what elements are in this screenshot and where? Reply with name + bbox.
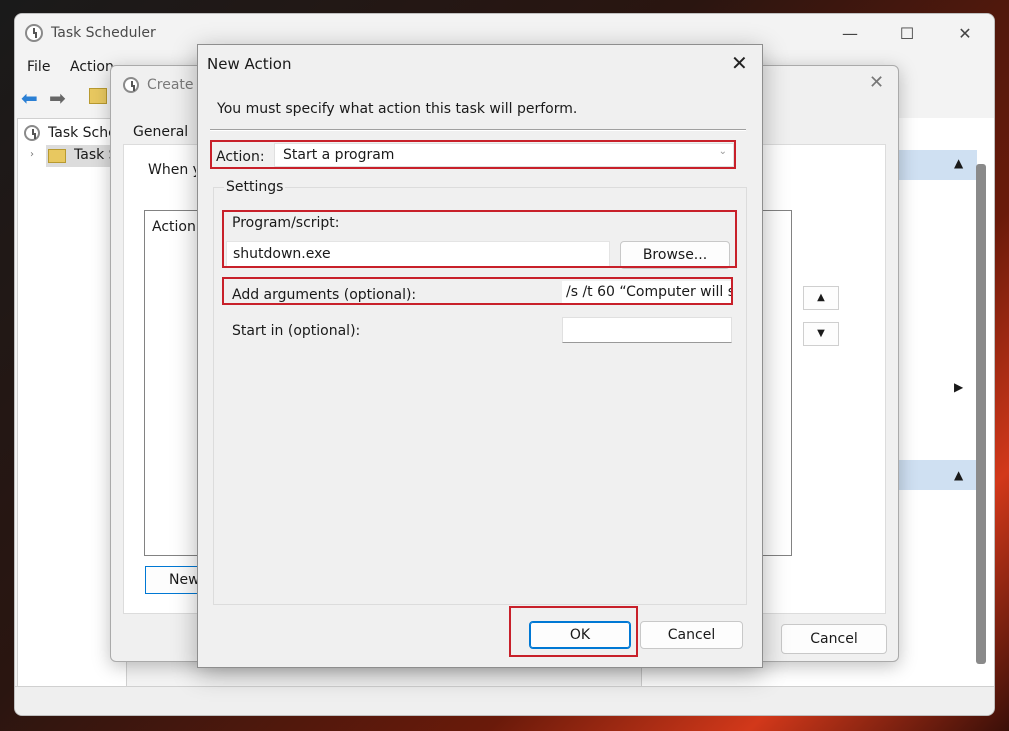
action-dropdown-value: Start a program — [283, 147, 395, 163]
chevron-down-icon: ⌄ — [718, 146, 727, 157]
new-action-button[interactable]: New... — [145, 566, 212, 594]
collapse-up-icon-2[interactable]: ▲ — [954, 468, 963, 482]
minimize-icon[interactable]: — — [837, 22, 863, 46]
clock-icon — [25, 24, 43, 42]
expand-chevron-icon[interactable]: › — [30, 149, 34, 160]
scrollbar[interactable] — [976, 164, 986, 664]
instruction-text: You must specify what action this task w… — [217, 101, 578, 117]
action-label: Action: — [216, 149, 265, 165]
browse-button[interactable]: Browse... — [620, 241, 730, 269]
tab-general[interactable]: General — [133, 124, 188, 140]
ok-button[interactable]: OK — [529, 621, 631, 649]
create-task-clock-icon — [123, 77, 139, 93]
start-in-input[interactable] — [562, 317, 732, 343]
move-down-button[interactable]: ▼ — [803, 322, 839, 346]
new-action-title: New Action — [207, 55, 292, 73]
window-title: Task Scheduler — [51, 25, 156, 41]
new-action-dialog: New Action ✕ You must specify what actio… — [197, 44, 763, 668]
submenu-arrow-icon[interactable]: ▶ — [954, 380, 963, 394]
settings-label: Settings — [224, 179, 286, 195]
actions-list-header: Action — [152, 219, 196, 235]
create-task-cancel-button[interactable]: Cancel — [781, 624, 887, 654]
add-arguments-label: Add arguments (optional): — [232, 287, 417, 303]
program-script-label: Program/script: — [232, 215, 340, 231]
start-in-label: Start in (optional): — [232, 323, 361, 339]
separator — [210, 129, 746, 131]
folder-icon[interactable] — [89, 88, 107, 104]
program-script-input[interactable]: shutdown.exe — [226, 241, 610, 267]
menu-action[interactable]: Action — [70, 59, 114, 75]
library-folder-icon — [48, 149, 66, 163]
maximize-icon[interactable]: ☐ — [894, 22, 920, 46]
action-dropdown[interactable]: Start a program ⌄ — [274, 143, 734, 167]
create-task-close-icon[interactable]: ✕ — [869, 72, 884, 93]
back-arrow-icon[interactable]: ⬅ — [21, 86, 38, 110]
status-bar — [15, 686, 994, 715]
move-up-button[interactable]: ▲ — [803, 286, 839, 310]
collapse-up-icon[interactable]: ▲ — [954, 156, 963, 170]
add-arguments-input[interactable]: /s /t 60 “Computer will sh — [562, 281, 732, 305]
cancel-button[interactable]: Cancel — [640, 621, 743, 649]
forward-arrow-icon[interactable]: ➡ — [49, 86, 66, 110]
menu-file[interactable]: File — [27, 59, 50, 75]
new-action-close-icon[interactable]: ✕ — [731, 51, 748, 75]
scheduler-clock-icon — [24, 125, 40, 141]
close-icon[interactable]: ✕ — [952, 22, 978, 46]
actions-description: When you create a task, you must specify… — [148, 162, 196, 178]
